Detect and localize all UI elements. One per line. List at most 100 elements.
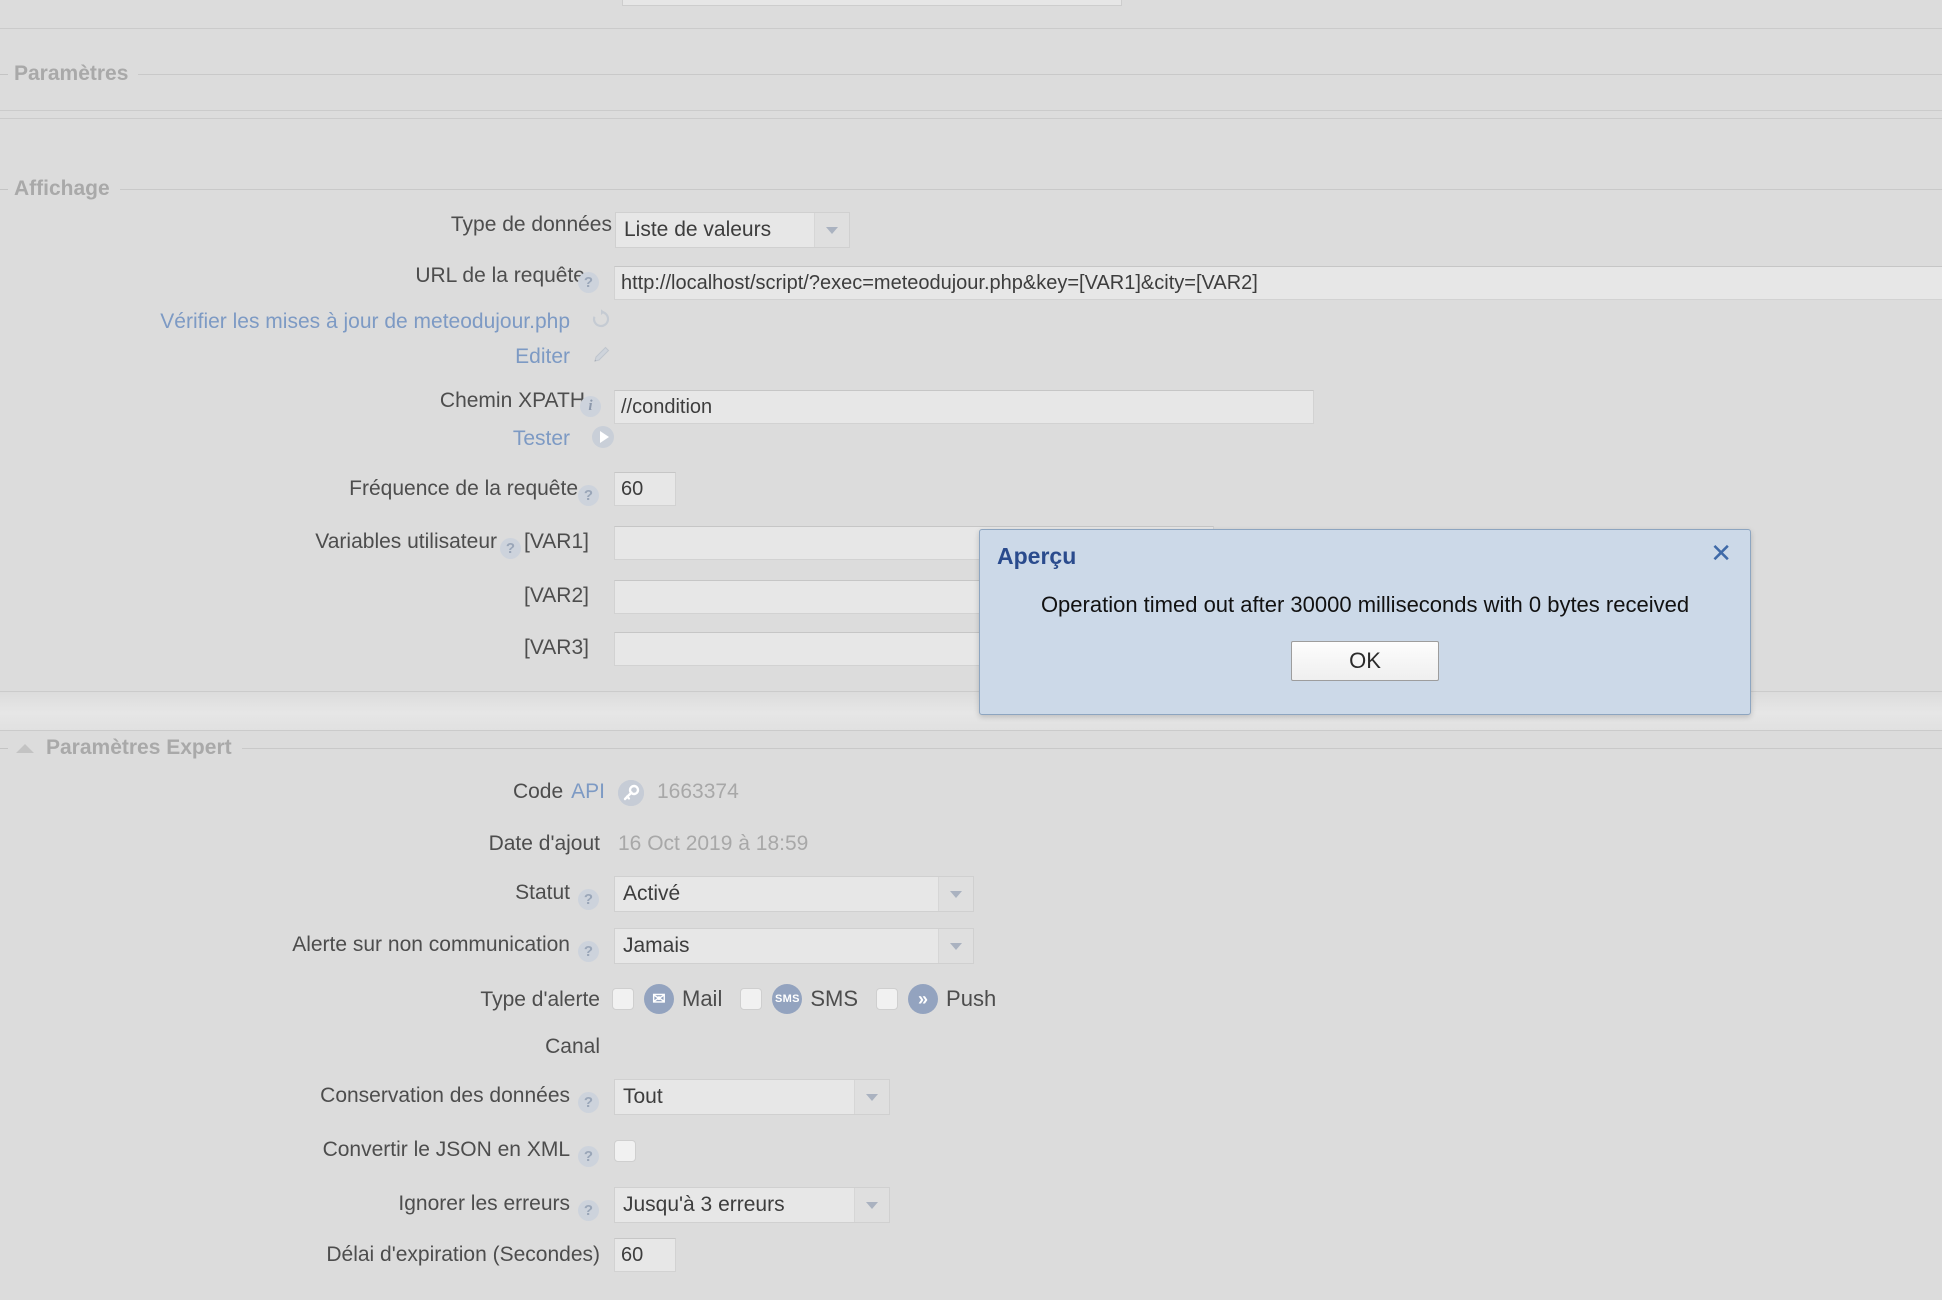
help-icon-ignorer-erreurs[interactable]: ?	[578, 1200, 599, 1221]
section-lead	[0, 747, 8, 749]
label-code: Code	[512, 780, 564, 803]
link-tester-wrap: Tester	[0, 427, 570, 451]
pencil-icon-svg	[594, 346, 610, 362]
checkbox-push[interactable]	[876, 988, 899, 1010]
partial-input-above	[622, 0, 1122, 6]
link-editer[interactable]: Editer	[515, 345, 570, 369]
label-ignorer-erreurs: Ignorer les erreurs	[398, 1192, 570, 1215]
label-date-ajout: Date d'ajout	[488, 832, 600, 855]
input-delai-expiration[interactable]	[614, 1238, 676, 1272]
help-icon-url-requete[interactable]: ?	[578, 272, 599, 293]
link-editer-wrap: Editer	[0, 345, 570, 369]
select-statut-value: Activé	[615, 877, 938, 911]
select-ignorer-erreurs-value: Jusqu'à 3 erreurs	[615, 1188, 854, 1222]
label-frequence-requete: Fréquence de la requête	[349, 477, 578, 500]
help-icon-alerte-noncom[interactable]: ?	[578, 941, 599, 962]
help-icon-statut[interactable]: ?	[578, 889, 599, 910]
alert-option-sms-label: SMS	[810, 986, 859, 1011]
divider-expert-bottom	[0, 730, 1942, 731]
select-conservation-value: Tout	[615, 1080, 854, 1114]
section-lead	[0, 73, 8, 75]
value-code-api: 1663374	[657, 780, 739, 803]
info-icon-chemin-xpath[interactable]: i	[580, 396, 601, 417]
divider-parametres-bottom	[0, 110, 1942, 111]
label-canal: Canal	[545, 1035, 600, 1058]
checkbox-mail[interactable]	[612, 988, 634, 1010]
label-chemin-xpath-wrap: Chemin XPATH	[0, 389, 585, 413]
alert-option-push-label: Push	[946, 986, 997, 1011]
pencil-icon[interactable]	[590, 344, 610, 364]
close-icon[interactable]: ✕	[1710, 540, 1732, 566]
label-var2: [VAR2]	[524, 584, 589, 607]
alert-option-sms[interactable]: SMS SMS	[740, 984, 876, 1014]
select-alerte-non-communication[interactable]: Jamais	[614, 928, 974, 964]
select-type-de-donnees[interactable]: Liste de valeurs	[615, 212, 850, 248]
input-chemin-xpath[interactable]	[614, 390, 1314, 424]
alert-option-push[interactable]: » Push	[876, 984, 1014, 1014]
label-var3: [VAR3]	[524, 636, 589, 659]
chevron-down-icon	[814, 213, 849, 247]
link-api[interactable]: API	[571, 780, 605, 804]
label-delai-expiration: Délai d'expiration (Secondes)	[326, 1243, 600, 1266]
value-date-ajout: 16 Oct 2019 à 18:59	[618, 832, 809, 855]
input-frequence-requete[interactable]	[614, 472, 676, 506]
link-verifier-maj-wrap: Vérifier les mises à jour de meteodujour…	[0, 310, 570, 334]
select-ignorer-erreurs[interactable]: Jusqu'à 3 erreurs	[614, 1187, 890, 1223]
label-variables-wrap: Variables utilisateur	[0, 530, 497, 554]
help-icon-frequence[interactable]: ?	[578, 485, 599, 506]
chevron-down-icon	[938, 877, 973, 911]
section-affichage-title: Affichage	[14, 177, 110, 200]
label-canal-wrap: Canal	[0, 1035, 600, 1059]
label-variables-utilisateur: Variables utilisateur	[315, 530, 497, 553]
label-convertir-json-xml: Convertir le JSON en XML	[322, 1138, 570, 1161]
label-alerte-non-communication: Alerte sur non communication	[292, 933, 570, 956]
section-rule	[241, 747, 1942, 749]
section-parametres-expert[interactable]: Paramètres Expert	[0, 736, 1942, 760]
label-chemin-xpath: Chemin XPATH	[439, 389, 585, 412]
sms-icon: SMS	[772, 984, 803, 1014]
label-conservation-wrap: Conservation des données	[0, 1084, 570, 1108]
dialog-message: Operation timed out after 30000 millisec…	[1040, 592, 1690, 617]
section-parametres-expert-title: Paramètres Expert	[46, 736, 232, 759]
label-type-alerte: Type d'alerte	[480, 988, 600, 1011]
push-icon: »	[908, 984, 939, 1014]
alert-option-mail[interactable]: ✉ Mail	[612, 984, 740, 1014]
label-date-ajout-wrap: Date d'ajout	[0, 832, 600, 856]
section-parametres-title: Paramètres	[14, 62, 129, 85]
help-icon-convertir-json[interactable]: ?	[578, 1146, 599, 1167]
link-tester[interactable]: Tester	[513, 427, 570, 451]
label-conservation-donnees: Conservation des données	[320, 1084, 570, 1107]
section-rule	[119, 188, 1942, 190]
chevron-down-icon	[938, 929, 973, 963]
label-frequence-wrap: Fréquence de la requête	[0, 477, 578, 501]
ok-button[interactable]: OK	[1291, 641, 1439, 681]
chevron-up-icon[interactable]	[16, 743, 34, 753]
divider-top	[0, 28, 1942, 29]
input-url-requete[interactable]	[614, 266, 1942, 300]
section-parametres: Paramètres	[0, 62, 1942, 86]
divider-affichage-top	[0, 118, 1942, 119]
select-conservation-donnees[interactable]: Tout	[614, 1079, 890, 1115]
checkbox-convertir-json-xml[interactable]	[614, 1140, 636, 1162]
chevron-down-icon	[854, 1080, 889, 1114]
checkbox-sms[interactable]	[740, 988, 763, 1010]
chevron-down-icon	[854, 1188, 889, 1222]
label-alerte-noncom-wrap: Alerte sur non communication	[0, 933, 570, 957]
type-alerte-options: ✉ Mail SMS SMS » Push	[612, 984, 1014, 1014]
label-statut-wrap: Statut	[0, 881, 570, 905]
label-type-de-donnees-wrap: Type de données	[0, 213, 612, 237]
refresh-icon-svg	[592, 309, 610, 328]
label-url-requete-wrap: URL de la requête	[0, 264, 585, 288]
refresh-icon[interactable]	[590, 308, 610, 328]
link-verifier-mises-a-jour[interactable]: Vérifier les mises à jour de meteodujour…	[160, 310, 570, 334]
play-icon[interactable]	[592, 426, 614, 448]
label-delai-expiration-wrap: Délai d'expiration (Secondes)	[0, 1243, 600, 1267]
select-statut[interactable]: Activé	[614, 876, 974, 912]
select-type-de-donnees-value: Liste de valeurs	[616, 213, 814, 247]
key-icon	[618, 780, 644, 806]
help-icon-variables[interactable]: ?	[500, 538, 521, 559]
help-icon-conservation[interactable]: ?	[578, 1092, 599, 1113]
section-affichage: Affichage	[0, 177, 1942, 201]
section-rule	[138, 73, 1942, 75]
code-api-row: Code API	[0, 780, 605, 804]
